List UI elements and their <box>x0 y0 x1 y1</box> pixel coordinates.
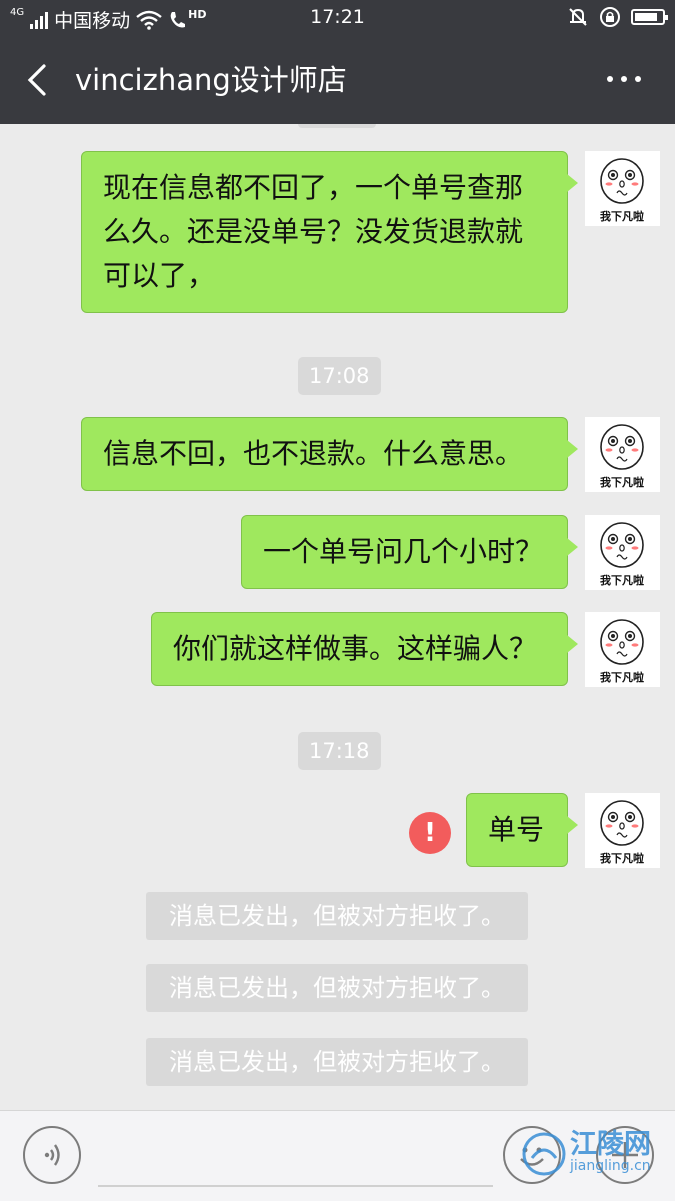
timestamp-chip-partial <box>298 124 376 128</box>
chat-title: vincizhang设计师店 <box>75 63 347 97</box>
alarm-lock-icon <box>600 7 620 27</box>
watermark-name: 江陵网 <box>570 1129 651 1160</box>
system-notice: 消息已发出，但被对方拒收了。 <box>146 964 528 1012</box>
mute-bell-icon <box>569 8 587 26</box>
watermark-logo-icon <box>522 1132 566 1176</box>
timestamp: 17:18 <box>298 732 381 770</box>
avatar-face-icon: 我下凡啦 <box>600 522 644 587</box>
back-arrow-icon[interactable] <box>22 60 62 100</box>
system-notice: 消息已发出，但被对方拒收了。 <box>146 1038 528 1086</box>
avatar-caption: 我下凡啦 <box>600 670 644 684</box>
chat-header: vincizhang设计师店 <box>0 36 675 124</box>
message-text: 信息不回，也不退款。什么意思。 <box>103 437 524 470</box>
user-avatar[interactable]: 我下凡啦 <box>585 515 660 590</box>
message-input[interactable] <box>98 1185 493 1187</box>
user-avatar[interactable]: 我下凡啦 <box>585 151 660 226</box>
message-line: 可以了， <box>103 259 216 292</box>
send-failed-icon[interactable]: ! <box>409 812 451 854</box>
avatar-face-icon: 我下凡啦 <box>600 800 644 865</box>
avatar-caption: 我下凡啦 <box>600 573 644 587</box>
message-text: 单号 <box>488 813 545 846</box>
avatar-face-icon: 我下凡啦 <box>600 158 644 223</box>
avatar-face-icon: 我下凡啦 <box>600 424 644 489</box>
message-bubble[interactable]: 单号 <box>466 793 578 867</box>
message-line: 现在信息都不回了，一个单号查那 <box>103 171 524 204</box>
timestamp: 17:08 <box>298 357 381 395</box>
watermark-url: jiangling.cn <box>570 1158 651 1174</box>
more-options-icon[interactable] <box>607 76 641 82</box>
battery-level <box>635 13 658 21</box>
message-bubble[interactable]: 一个单号问几个小时？ <box>241 515 578 589</box>
avatar-caption: 我下凡啦 <box>600 209 644 223</box>
avatar-face-icon: 我下凡啦 <box>600 619 644 684</box>
site-watermark: 江陵网 jiangling.cn <box>520 1122 670 1192</box>
message-bubble[interactable]: 现在信息都不回了，一个单号查那 么久。还是没单号？没发货退款就 可以了， <box>81 151 578 313</box>
message-list[interactable]: 现在信息都不回了，一个单号查那 么久。还是没单号？没发货退款就 可以了， 我下凡… <box>0 124 675 1110</box>
battery-icon <box>631 9 668 25</box>
message-line: 么久。还是没单号？没发货退款就 <box>103 215 524 248</box>
user-avatar[interactable]: 我下凡啦 <box>585 417 660 492</box>
avatar-caption: 我下凡啦 <box>600 851 644 865</box>
user-avatar[interactable]: 我下凡啦 <box>585 793 660 868</box>
system-notice: 消息已发出，但被对方拒收了。 <box>146 892 528 940</box>
user-avatar[interactable]: 我下凡啦 <box>585 612 660 687</box>
avatar-caption: 我下凡啦 <box>600 475 644 489</box>
status-bar: 4G 中国移动 HD 17:21 <box>0 0 675 36</box>
voice-icon <box>44 1144 60 1166</box>
message-text: 你们就这样做事。这样骗人？ <box>173 632 538 665</box>
message-text: 一个单号问几个小时？ <box>263 535 544 568</box>
message-bubble[interactable]: 你们就这样做事。这样骗人？ <box>151 612 578 686</box>
voice-input-button[interactable] <box>23 1126 81 1184</box>
message-bubble[interactable]: 信息不回，也不退款。什么意思。 <box>81 417 578 491</box>
